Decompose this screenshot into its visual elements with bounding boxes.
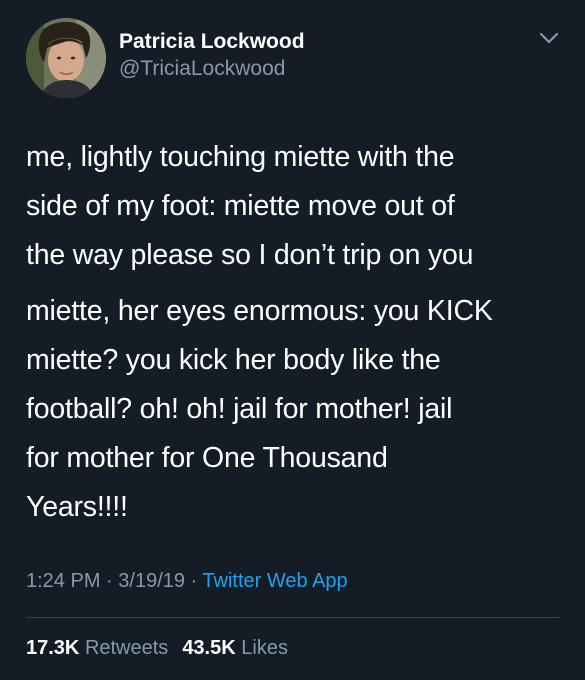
user-info[interactable]: Patricia Lockwood @TriciaLockwood <box>119 29 305 83</box>
meta-separator: · <box>185 570 203 592</box>
avatar[interactable] <box>26 18 106 98</box>
likes-label: Likes <box>241 637 288 659</box>
retweets-label: Retweets <box>84 637 169 659</box>
meta-separator: · <box>100 570 119 592</box>
tweet-paragraph: miette, her eyes enormous: you KICK miet… <box>26 295 493 523</box>
chevron-down-icon[interactable] <box>538 30 560 46</box>
likes-stat[interactable]: 43.5K Likes <box>182 637 288 659</box>
tweet-meta: 1:24 PM · 3/19/19 · Twitter Web App <box>26 566 348 596</box>
likes-count: 43.5K <box>182 637 236 659</box>
user-handle[interactable]: @TriciaLockwood <box>119 55 305 83</box>
tweet-source-link[interactable]: Twitter Web App <box>202 570 347 592</box>
retweets-stat[interactable]: 17.3K Retweets <box>26 637 168 659</box>
tweet-card: Patricia Lockwood @TriciaLockwood me, li… <box>0 0 585 680</box>
tweet-time[interactable]: 1:24 PM <box>26 570 100 592</box>
tweet-text: me, lightly touching miette with the sid… <box>26 133 566 532</box>
tweet-stats: 17.3K Retweets 43.5K Likes <box>26 633 288 663</box>
tweet-date[interactable]: 3/19/19 <box>118 570 185 592</box>
divider <box>26 617 559 618</box>
display-name[interactable]: Patricia Lockwood <box>119 29 305 55</box>
avatar-image <box>26 18 106 98</box>
tweet-paragraph: me, lightly touching miette with the sid… <box>26 141 474 271</box>
retweets-count: 17.3K <box>26 637 80 659</box>
